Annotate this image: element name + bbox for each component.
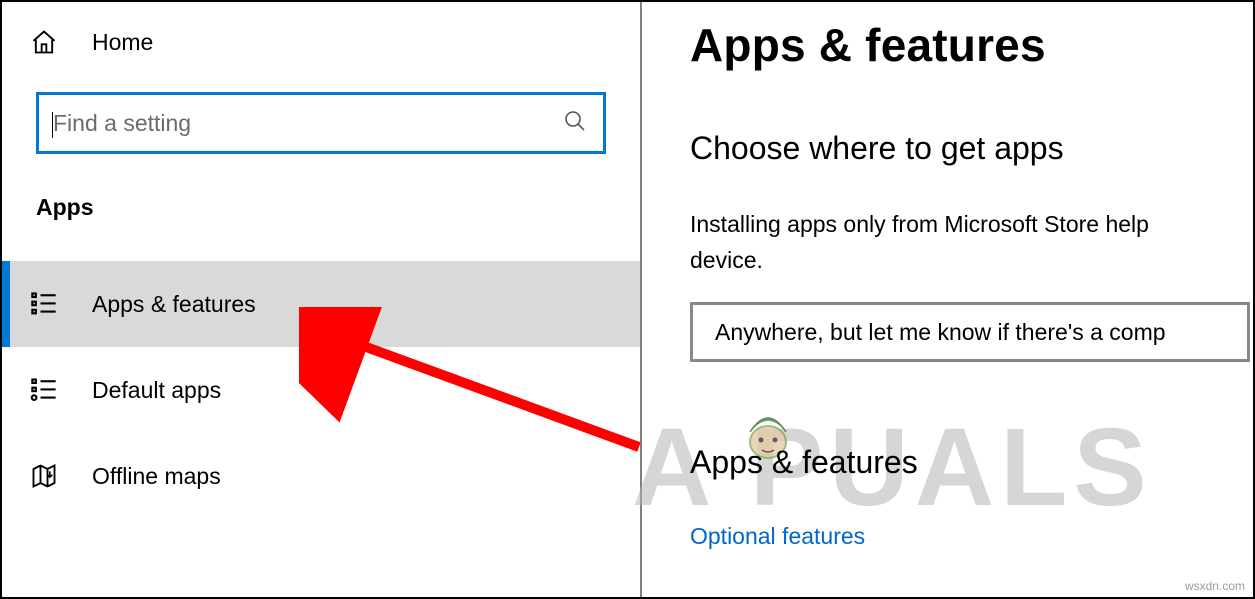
sidebar-item-label: Offline maps: [92, 463, 221, 490]
main-panel: Apps & features Choose where to get apps…: [642, 2, 1253, 597]
page-title: Apps & features: [690, 18, 1253, 72]
search-icon: [563, 109, 587, 138]
defaults-icon: [30, 376, 58, 404]
dropdown-value: Anywhere, but let me know if there's a c…: [715, 319, 1166, 346]
list-icon: [30, 290, 58, 318]
section-heading-apps-features: Apps & features: [690, 444, 1253, 481]
map-icon: [30, 462, 58, 490]
search-placeholder: Find a setting: [53, 110, 191, 137]
sidebar: Home Find a setting Apps: [2, 2, 642, 597]
sidebar-section-title: Apps: [2, 154, 640, 221]
sidebar-item-label: Apps & features: [92, 291, 256, 318]
home-icon: [30, 28, 58, 56]
sidebar-nav: Apps & features Default apps: [2, 261, 640, 519]
home-link[interactable]: Home: [2, 10, 640, 74]
sidebar-item-offline-maps[interactable]: Offline maps: [2, 433, 640, 519]
section-heading-choose: Choose where to get apps: [690, 130, 1253, 167]
app-source-dropdown[interactable]: Anywhere, but let me know if there's a c…: [690, 302, 1250, 362]
watermark-source: wsxdn.com: [1185, 579, 1245, 593]
sidebar-item-apps-features[interactable]: Apps & features: [2, 261, 640, 347]
section-description: Installing apps only from Microsoft Stor…: [690, 207, 1253, 278]
sidebar-item-label: Default apps: [92, 377, 221, 404]
home-label: Home: [92, 29, 153, 56]
sidebar-item-default-apps[interactable]: Default apps: [2, 347, 640, 433]
optional-features-link[interactable]: Optional features: [690, 523, 865, 550]
search-input[interactable]: Find a setting: [36, 92, 606, 154]
